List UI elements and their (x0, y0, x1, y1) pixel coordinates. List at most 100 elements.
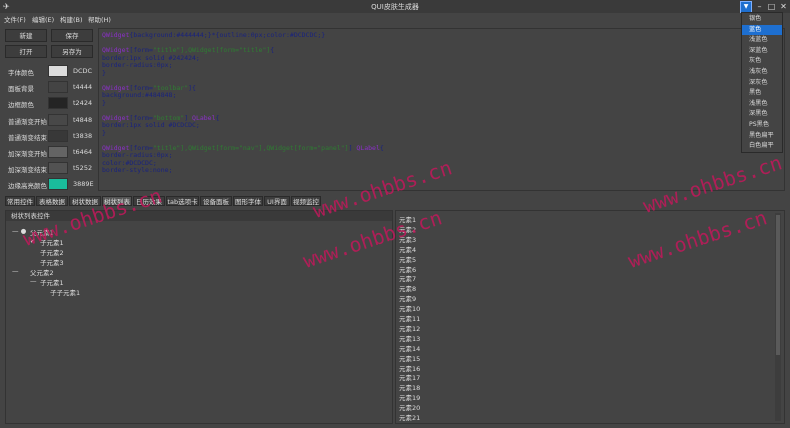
editor-line: } (102, 69, 781, 78)
tab-8[interactable]: UI界面 (264, 196, 290, 206)
list-item[interactable]: 元素9 (399, 293, 416, 303)
code-token: { (270, 46, 275, 54)
editor-line: } (102, 99, 781, 108)
editor-line: border-radius:0px; (102, 61, 781, 70)
save-button[interactable]: 保存 (51, 29, 93, 42)
menu-edit[interactable]: 编辑(E) (32, 14, 54, 24)
color-swatch-button[interactable] (48, 97, 68, 110)
color-row-label: 边框颜色 (8, 101, 34, 110)
skin-menu-item[interactable]: 深灰色 (742, 78, 782, 89)
list-item[interactable]: 元素18 (399, 382, 420, 392)
list-item[interactable]: 元素11 (399, 313, 420, 323)
tree-node-marker[interactable]: — (12, 267, 19, 275)
code-token: 0px (250, 31, 263, 39)
color-row-label: 普通渐变开始 (8, 117, 47, 126)
tree-node[interactable]: 子元素2 (40, 247, 64, 257)
tab-1[interactable]: 表格数据 (36, 196, 68, 206)
color-swatch-button[interactable] (48, 129, 68, 142)
color-value: t2424 (73, 99, 93, 108)
color-swatch-button[interactable] (48, 81, 68, 94)
list-item[interactable]: 元素19 (399, 392, 420, 402)
tree-node-marker[interactable]: — (30, 277, 37, 285)
list-item[interactable]: 元素15 (399, 353, 420, 363)
code-token: border-style: (102, 166, 153, 174)
list-item[interactable]: 元素17 (399, 372, 420, 382)
skin-menu-item[interactable]: 银色 (742, 14, 782, 25)
tab-7[interactable]: 图形字体 (233, 196, 263, 206)
skin-menu-item[interactable]: 深蓝色 (742, 46, 782, 57)
editor-line: QWidget[form="toolbar"]{ (102, 83, 781, 93)
editor-line: QWidget{background:#444444;}*{outline:0p… (102, 31, 781, 40)
skin-menu-item[interactable]: 灰色 (742, 56, 782, 67)
color-value: DCDC (73, 67, 93, 75)
color-swatch-button[interactable] (48, 146, 68, 158)
list-item[interactable]: 元素6 (399, 264, 416, 274)
code-token: #444444 (176, 31, 204, 39)
color-row-label: 加深渐变开始 (8, 150, 47, 158)
code-token: border: (102, 121, 130, 129)
editor-line: QWidget[form="title"],QWidget[form="titl… (102, 46, 781, 55)
skin-menu-item[interactable]: 黑色扁平 (742, 131, 782, 142)
code-token: ;}*{ (203, 31, 220, 39)
tab-6[interactable]: 设备面板 (200, 196, 232, 206)
skin-menu-item[interactable]: 浅黑色 (742, 99, 782, 110)
new-button[interactable]: 新建 (5, 29, 47, 42)
list-scrollbar-thumb[interactable] (776, 215, 780, 355)
list-item[interactable]: 元素20 (399, 402, 420, 412)
skin-menu-item[interactable]: PS黑色 (742, 120, 782, 131)
code-token: QWidget (102, 31, 130, 39)
skin-menu-item[interactable]: 浅蓝色 (742, 35, 782, 46)
menu-bar: 文件(F) 编辑(E) 构建(B) 帮助(H) (0, 13, 790, 24)
tree-node[interactable]: 父元素2 (30, 267, 54, 277)
skin-menu-item[interactable]: 深黑色 (742, 109, 782, 120)
menu-file[interactable]: 文件(F) (4, 14, 26, 24)
skin-dropdown-menu: 银色 蓝色 浅蓝色 深蓝色 灰色 浅灰色 深灰色 黑色 浅黑色 深黑色 PS黑色 黑色扁平 白色扁平 (741, 12, 783, 153)
list-item[interactable]: 元素10 (399, 303, 420, 313)
tree-node[interactable]: 子元素1 (40, 277, 64, 287)
list-item[interactable]: 元素21 (399, 412, 420, 422)
tree-node[interactable]: 子元素3 (40, 257, 64, 267)
code-token: ]{ (188, 83, 196, 92)
window-title: QUI皮肤生成器 (371, 3, 419, 11)
tab-0[interactable]: 常用控件 (5, 196, 35, 206)
color-value: t5252 (73, 164, 93, 173)
editor-line: } (102, 129, 781, 138)
editor-line: border:1px solid #DCDCDC; (102, 121, 781, 130)
skin-menu-item[interactable]: 浅灰色 (742, 67, 782, 78)
list-item[interactable]: 元素7 (399, 273, 416, 283)
tab-5[interactable]: tab选项卡 (166, 196, 199, 206)
code-token: none; (152, 166, 173, 174)
tree-node[interactable]: 子子元素1 (50, 287, 80, 297)
list-item[interactable]: 元素5 (399, 254, 416, 264)
code-token: QLabel (356, 143, 380, 152)
menu-build[interactable]: 构建(B) (60, 14, 83, 24)
code-token: #484848; (145, 91, 177, 99)
close-icon[interactable]: ✕ (779, 2, 788, 11)
color-value: t6464 (73, 148, 93, 156)
skin-menu-item[interactable]: 黑色 (742, 88, 782, 99)
code-token: ;} (317, 31, 326, 39)
list-item[interactable]: 元素16 (399, 363, 420, 373)
open-button[interactable]: 打开 (5, 45, 47, 58)
code-token: #DCDCDC (289, 31, 318, 39)
list-item[interactable]: 元素13 (399, 333, 420, 343)
color-value: 3889E (73, 180, 94, 189)
list-item[interactable]: 元素4 (399, 244, 416, 254)
code-token: outline: (219, 31, 251, 39)
minimize-icon[interactable]: – (755, 2, 764, 11)
color-swatch-button[interactable] (48, 162, 68, 175)
list-item[interactable]: 元素8 (399, 283, 416, 293)
color-swatch-button[interactable] (48, 113, 68, 126)
color-value: t3838 (73, 131, 93, 140)
skin-menu-item[interactable]: 蓝色 (742, 24, 782, 36)
code-token: 1px solid #DCDCDC; (129, 121, 200, 129)
color-swatch-button[interactable] (48, 65, 68, 77)
save-as-button[interactable]: 另存为 (51, 45, 93, 58)
list-item[interactable]: 元素12 (399, 323, 420, 333)
editor-line: border:1px solid #242424; (102, 54, 781, 63)
list-item[interactable]: 元素14 (399, 343, 420, 353)
menu-help[interactable]: 帮助(H) (88, 14, 111, 24)
maximize-icon[interactable]: □ (767, 2, 776, 11)
color-swatch-button[interactable] (48, 178, 68, 191)
